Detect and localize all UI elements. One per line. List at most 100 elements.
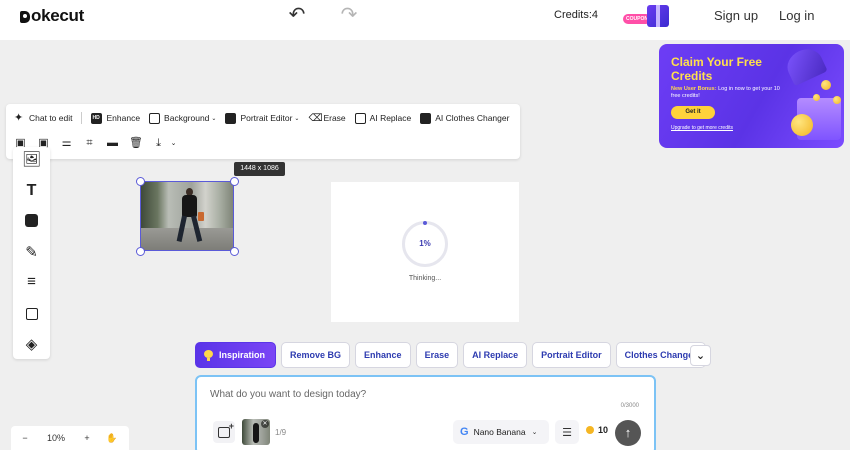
lightbulb-icon <box>204 349 213 361</box>
crop-icon[interactable]: ⌗ <box>83 137 96 150</box>
image-icon[interactable]: 🖼 <box>22 151 41 168</box>
ai-clothes-changer-label: AI Clothes Changer <box>435 113 510 123</box>
logo-text: okecut <box>31 6 84 25</box>
chevron-down-icon: ⌄ <box>211 115 217 122</box>
shape-icon[interactable] <box>24 306 39 321</box>
megaphone-art <box>782 44 828 87</box>
chevron-down-icon: ⌄ <box>294 115 300 122</box>
upgrade-link[interactable]: Upgrade to get more credits <box>671 125 733 131</box>
zoom-out-button[interactable]: − <box>11 433 39 443</box>
ai-replace-button[interactable]: AI Replace <box>354 112 412 124</box>
prompt-box: 0/3000 ✕ 1/9 G Nano Banana ⌄ ☰ 10 ↑ <box>195 375 656 450</box>
coin-icon <box>833 96 841 104</box>
portrait-editor-chip[interactable]: Portrait Editor <box>532 342 611 368</box>
background-label: Background <box>164 113 210 123</box>
resize-handle-top-right[interactable] <box>230 177 239 186</box>
adjust-icon[interactable]: ⚌ <box>60 137 73 150</box>
chat-to-edit-button[interactable]: ✦ Chat to edit <box>14 111 73 124</box>
undo-icon[interactable]: ↶ <box>286 5 308 25</box>
portrait-icon <box>225 112 237 124</box>
erase-label: Erase <box>323 113 346 123</box>
status-text: Thinking... <box>408 275 442 282</box>
credits-count: Credits:4 <box>554 9 599 21</box>
zoom-level: 10% <box>46 433 65 443</box>
progress-percent: 1% <box>419 239 431 248</box>
person-figure <box>253 423 259 443</box>
prompt-input[interactable] <box>210 389 630 405</box>
zoom-control: − 10% + ✋ <box>11 426 129 450</box>
chevron-down-icon[interactable]: ⌄ <box>167 137 180 150</box>
zoom-in-button[interactable]: + <box>73 433 101 443</box>
chevron-down-icon: ⌄ <box>531 429 538 436</box>
cost-value: 10 <box>598 425 609 435</box>
character-counter: 0/3000 <box>620 403 639 409</box>
sticker-icon[interactable] <box>24 213 39 228</box>
add-image-button[interactable] <box>213 421 235 443</box>
resize-handle-top-left[interactable] <box>136 177 145 186</box>
toolbox-icon[interactable]: ▬ <box>106 137 119 150</box>
send-button[interactable]: ↑ <box>615 420 641 446</box>
ai-replace-icon <box>354 112 366 124</box>
top-bar: okecut ↶ ↷ Credits:4 COUPON Sign up Log … <box>0 0 850 40</box>
enhance-label: Enhance <box>106 113 141 123</box>
inspiration-chip[interactable]: Inspiration <box>195 342 277 368</box>
redo-icon[interactable]: ↷ <box>338 5 360 25</box>
ai-clothes-changer-button[interactable]: AI Clothes Changer <box>420 112 510 124</box>
photo-ground <box>141 228 233 250</box>
download-icon[interactable]: ⤓ <box>152 137 165 150</box>
enhance-button[interactable]: Enhance <box>91 112 141 124</box>
left-tool-rail: 🖼 T ✎ ≡ ◈ <box>13 147 50 359</box>
coin-icon <box>586 426 594 434</box>
ai-replace-label: AI Replace <box>369 113 412 123</box>
chevron-down-icon[interactable]: ⌄ <box>690 345 711 366</box>
remove-bg-chip[interactable]: Remove BG <box>281 342 351 368</box>
resize-handle-bottom-right[interactable] <box>230 247 239 256</box>
person-figure <box>182 195 197 217</box>
image-count: 1/9 <box>275 428 287 437</box>
generation-card: 1% Thinking... <box>331 182 519 322</box>
banner-title: Claim Your Free Credits <box>671 55 762 83</box>
inspiration-label: Inspiration <box>219 350 266 360</box>
background-dropdown[interactable]: Background ⌄ <box>149 112 217 124</box>
chat-to-edit-label: Chat to edit <box>29 113 73 123</box>
hd-icon <box>91 112 103 124</box>
hand-icon[interactable]: ✋ <box>101 433 123 444</box>
logo-p-icon <box>20 10 30 23</box>
coupon-gift-badge[interactable]: COUPON <box>623 3 671 31</box>
sliders-icon[interactable]: ☰ <box>555 420 579 444</box>
reference-thumbnail[interactable]: ✕ <box>242 419 270 445</box>
credit-cost: 10 <box>586 425 608 435</box>
model-select[interactable]: G Nano Banana ⌄ <box>453 420 549 444</box>
logo[interactable]: okecut <box>20 6 84 26</box>
erase-button[interactable]: ⌫ Erase <box>308 113 345 124</box>
free-credits-banner[interactable]: Claim Your Free Credits New User Bonus: … <box>659 44 844 148</box>
gift-icon <box>647 5 669 27</box>
sparkle-icon: ✦ <box>14 111 24 124</box>
shirt-icon <box>420 112 432 124</box>
google-icon: G <box>460 426 469 438</box>
shopping-bag <box>198 212 204 221</box>
erase-chip[interactable]: Erase <box>415 342 459 368</box>
toolbar-divider <box>81 112 83 124</box>
portrait-editor-dropdown[interactable]: Portrait Editor ⌄ <box>225 112 300 124</box>
trash-icon[interactable]: 🗑 <box>129 137 143 150</box>
layers-icon[interactable]: ◈ <box>24 336 39 353</box>
lines-icon[interactable]: ≡ <box>24 273 39 290</box>
ai-replace-chip[interactable]: AI Replace <box>463 342 528 368</box>
text-icon[interactable]: T <box>24 182 39 199</box>
selected-photo[interactable] <box>140 181 234 251</box>
log-in-link[interactable]: Log in <box>779 8 814 23</box>
resize-handle-bottom-left[interactable] <box>136 247 145 256</box>
enhance-chip[interactable]: Enhance <box>355 342 411 368</box>
portrait-editor-label: Portrait Editor <box>240 113 293 123</box>
edit-toolbar: ✦ Chat to edit Enhance Background ⌄ Port… <box>6 104 520 159</box>
close-icon[interactable]: ✕ <box>261 420 269 428</box>
banner-subtitle: New User Bonus: Log in now to get your 1… <box>671 86 786 100</box>
sign-up-link[interactable]: Sign up <box>714 8 758 23</box>
toolbar-row-tools: ✦ Chat to edit Enhance Background ⌄ Port… <box>14 110 518 126</box>
coin-icon <box>791 114 813 136</box>
coin-icon <box>813 94 820 101</box>
brush-icon[interactable]: ✎ <box>24 244 39 261</box>
get-it-button[interactable]: Get it <box>671 106 715 119</box>
model-name: Nano Banana <box>473 427 526 437</box>
